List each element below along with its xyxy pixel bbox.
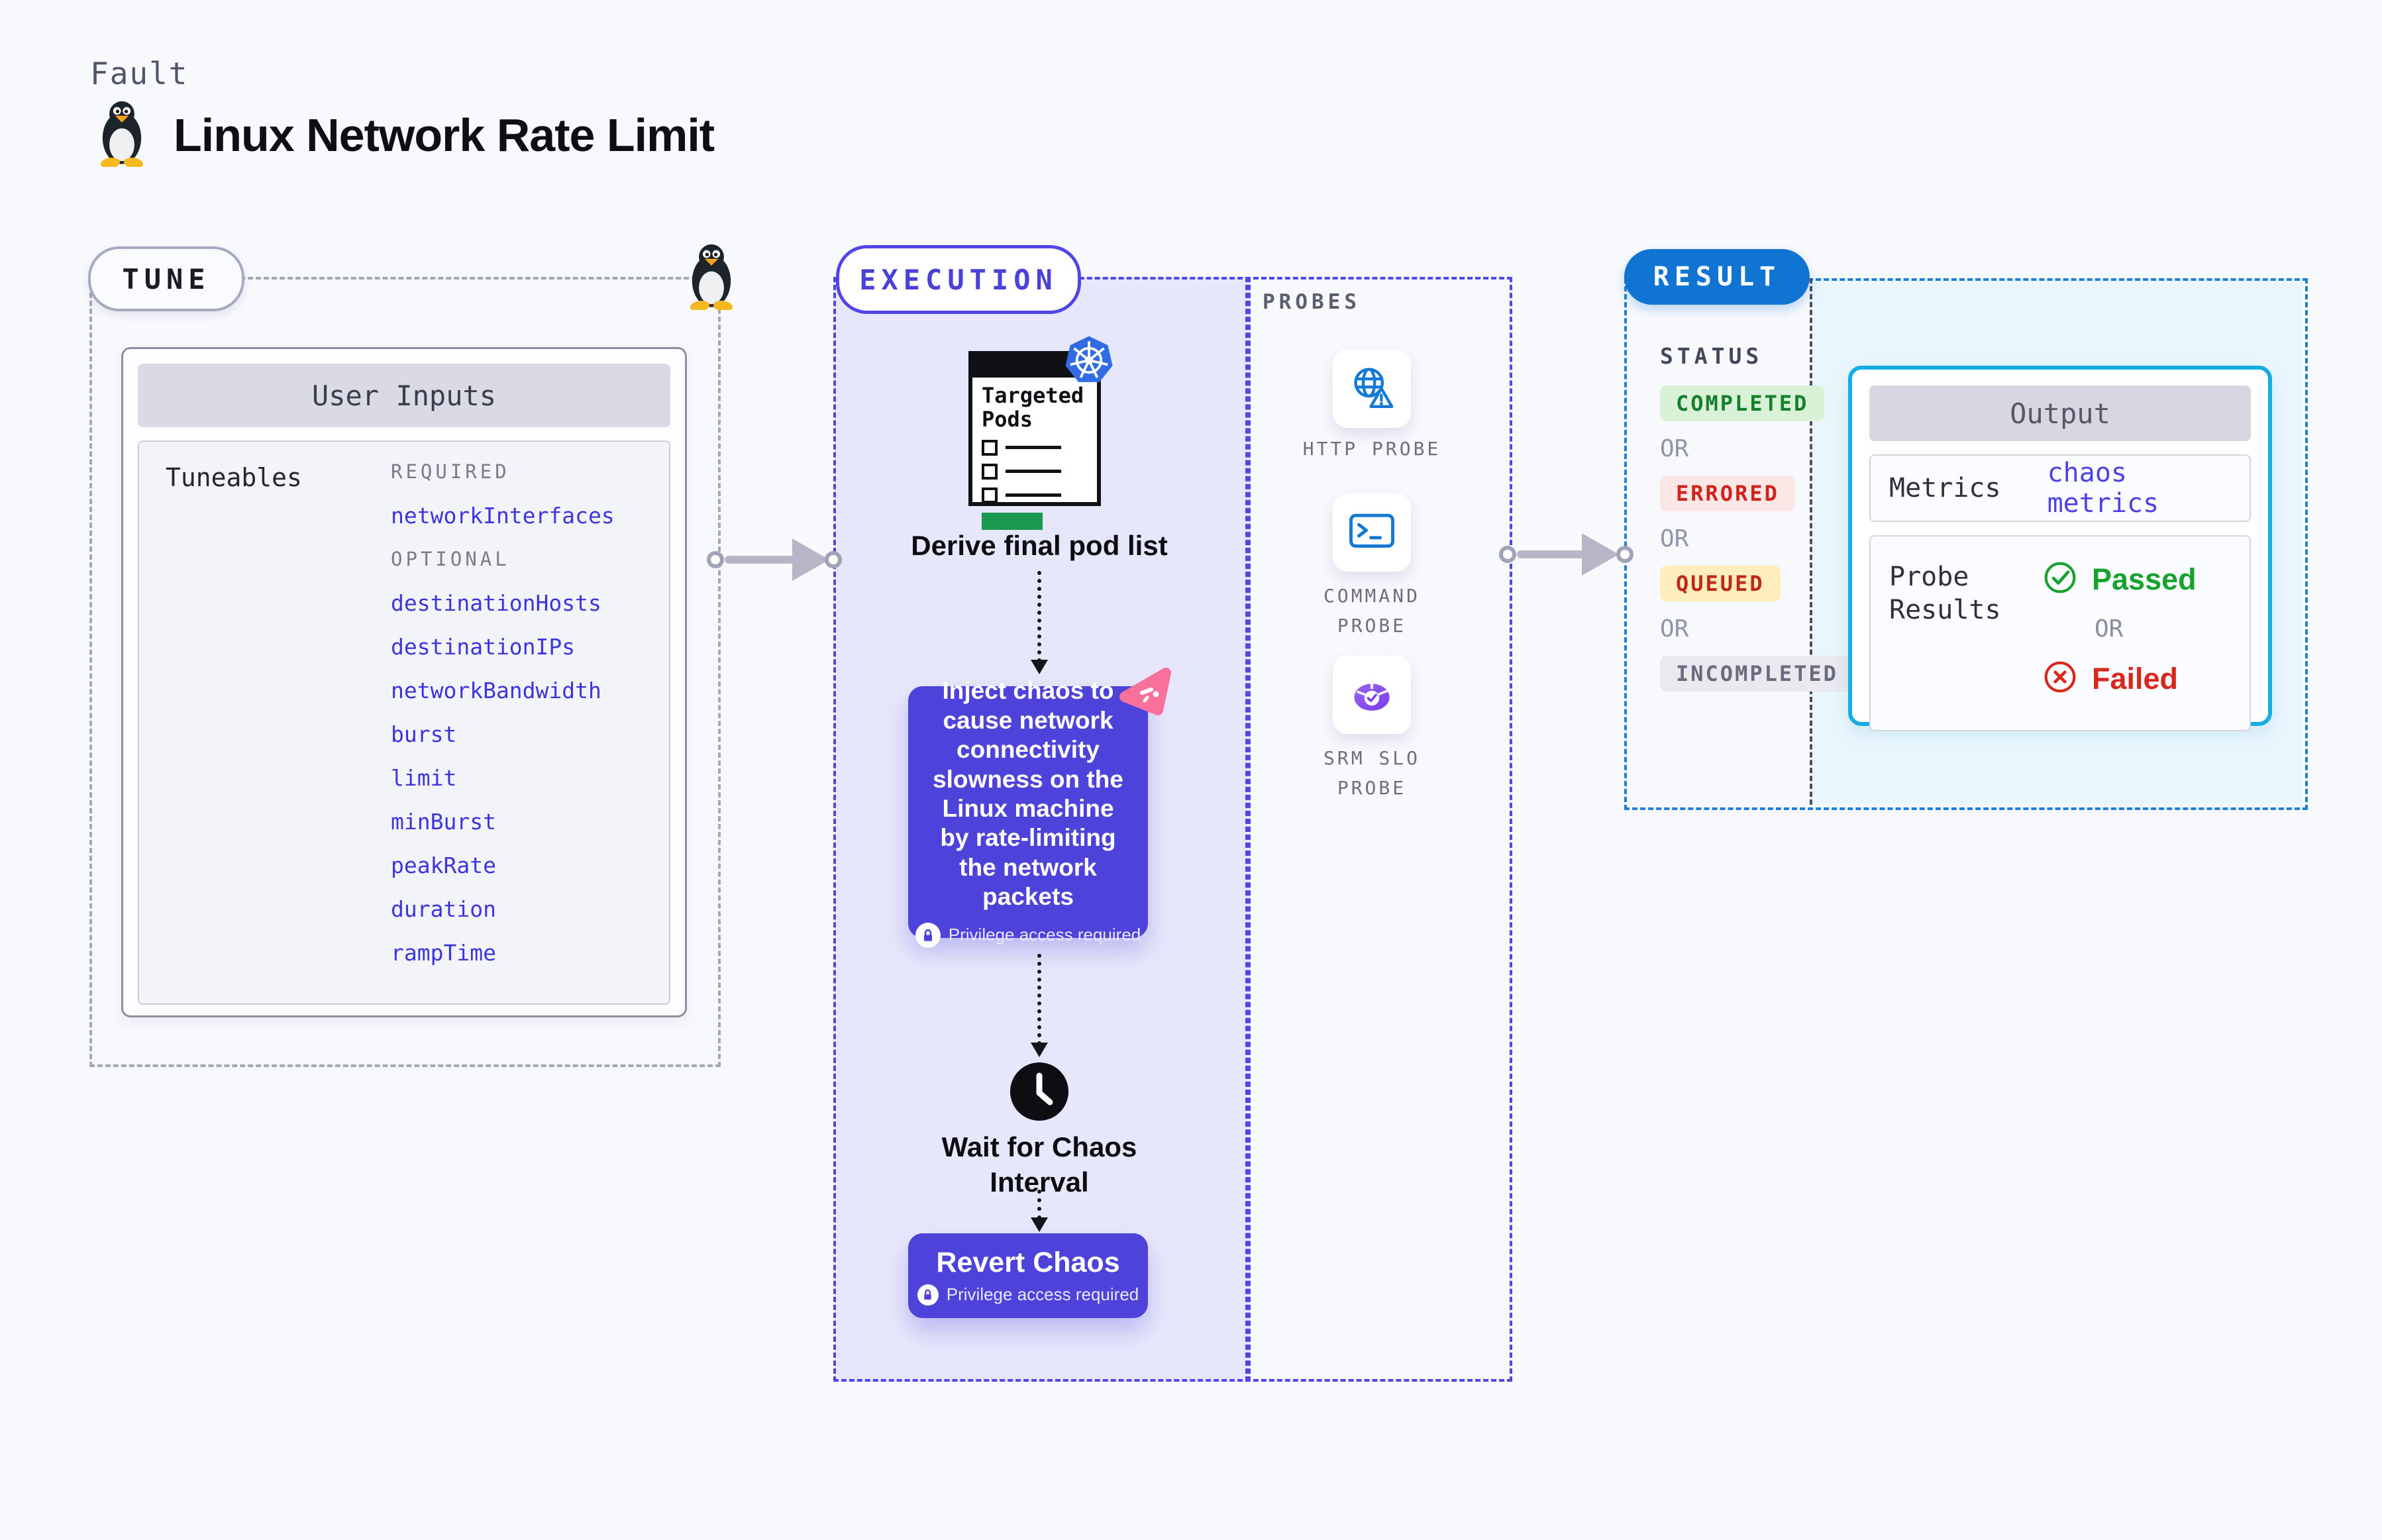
failed-label: Failed [2092,661,2179,695]
http-probe-label: HTTP PROBE [1302,438,1441,460]
tuneable-field-link[interactable]: duration [391,887,615,931]
result-section-pill: RESULT [1624,249,1810,305]
page-header: Linux Network Rate Limit [93,99,715,170]
tuneable-field-link[interactable]: rampTime [391,931,615,974]
metrics-row: Metrics chaos metrics [1869,454,2251,522]
inject-chaos-text: Inject chaos to cause network connectivi… [933,677,1123,911]
status-label: STATUS [1660,343,1763,369]
probe-results-label: Probe Results [1889,562,2001,625]
revert-chaos-text: Revert Chaos [936,1246,1120,1278]
required-group-label: REQUIRED [391,460,510,483]
fault-diagram: Fault Linux Network Rate Limit TUNE User… [0,0,2382,1540]
result-section-label: RESULT [1653,262,1781,292]
metrics-label: Metrics [1889,473,2001,503]
derive-pod-list-step: Derive final pod list [911,530,1168,561]
status-badge-queued: QUEUED [1660,566,1781,601]
srm-slo-probe-card [1333,656,1411,734]
pod-list-row [982,487,1088,503]
or-label: OR [1660,525,1689,552]
tuneable-field-link[interactable]: destinationIPs [391,625,615,668]
output-header: Output [1869,385,2251,441]
execution-section-pill: EXECUTION [836,245,1081,314]
tune-section-label: TUNE [122,262,211,295]
globe-warning-icon [1348,364,1396,415]
tuneable-field-link[interactable]: destinationHosts [391,581,615,625]
kubernetes-icon [1064,335,1114,385]
tuneable-field-link[interactable]: limit [391,756,615,799]
user-inputs-card: User Inputs Tuneables REQUIRED networkInt… [121,347,687,1017]
clock-icon [1009,1061,1070,1122]
tuneable-field-link[interactable]: peakRate [391,843,615,887]
connector-node [825,551,842,568]
srm-slo-probe-label: SRM SLO PROBE [1323,747,1420,799]
connector-node [1499,546,1516,563]
privilege-note: Privilege access required [917,1284,1139,1306]
lock-icon [915,922,941,948]
connector-node [707,551,724,568]
or-label: OR [1660,435,1689,462]
user-inputs-header: User Inputs [138,364,670,427]
status-badge-errored: ERRORED [1660,476,1795,511]
probes-section-label: PROBES [1263,290,1361,314]
tuneable-field-link[interactable]: minBurst [391,799,615,843]
status-badge-completed: COMPLETED [1660,385,1825,421]
output-card: Output Metrics chaos metrics Probe Resul… [1848,366,2272,731]
privilege-note-text: Privilege access required [946,1284,1139,1304]
flow-arrow-down [1031,1190,1048,1232]
probe-results-row: Probe Results Passed OR Failed [1869,535,2251,731]
flow-arrow-down [1031,571,1048,674]
linux-penguin-icon-tune [682,242,741,313]
probe-passed-item: Passed [2043,560,2197,598]
pod-list-row [982,463,1088,480]
privilege-note-text: Privilege access required [948,925,1141,945]
flow-arrow-down [1031,954,1048,1057]
connector-node [1616,546,1633,563]
tuneables-list: REQUIRED networkInterfaces OPTIONAL destina… [391,450,615,974]
pod-list-row [982,439,1088,456]
http-probe-card [1333,350,1411,428]
tuneable-field-link[interactable]: networkInterfaces [391,493,615,537]
chaos-fault-icon [1118,666,1174,718]
passed-label: Passed [2092,562,2197,596]
revert-chaos-step: Revert Chaos Privilege access required [908,1233,1148,1318]
status-list: COMPLETED OR ERRORED OR QUEUED OR INCOMPLETED [1660,385,1854,692]
tuneables-label: Tuneables [166,463,302,492]
privilege-note: Privilege access required [915,922,1141,948]
check-circle-icon [2043,560,2077,598]
page-title: Linux Network Rate Limit [174,109,715,161]
command-probe-label: COMMAND PROBE [1323,585,1420,637]
tune-section-pill: TUNE [88,246,244,311]
tuneables-panel: Tuneables REQUIRED networkInterfaces OPTIO… [138,440,670,1005]
status-badge-incompleted: INCOMPLETED [1660,656,1854,692]
slo-donut-icon [1348,670,1396,720]
execution-section-label: EXECUTION [859,263,1058,296]
x-circle-icon [2043,660,2077,697]
probe-failed-item: Failed [2043,660,2197,697]
targeted-pods-title: Targeted Pods [982,383,1084,432]
pod-progress-bar [982,512,1043,530]
tuneable-field-link[interactable]: networkBandwidth [391,668,615,712]
lock-icon [917,1284,939,1306]
inject-chaos-step: Inject chaos to cause network connectivi… [908,677,1148,948]
fault-kicker: Fault [90,56,189,91]
linux-penguin-icon [93,99,151,170]
command-probe-card [1333,493,1411,572]
terminal-icon [1349,512,1395,554]
optional-group-label: OPTIONAL [391,548,510,570]
or-label: OR [1660,615,1689,642]
metrics-value-link[interactable]: chaos metrics [2047,458,2231,519]
tuneable-field-link[interactable]: burst [391,712,615,756]
or-label: OR [2095,615,2124,642]
